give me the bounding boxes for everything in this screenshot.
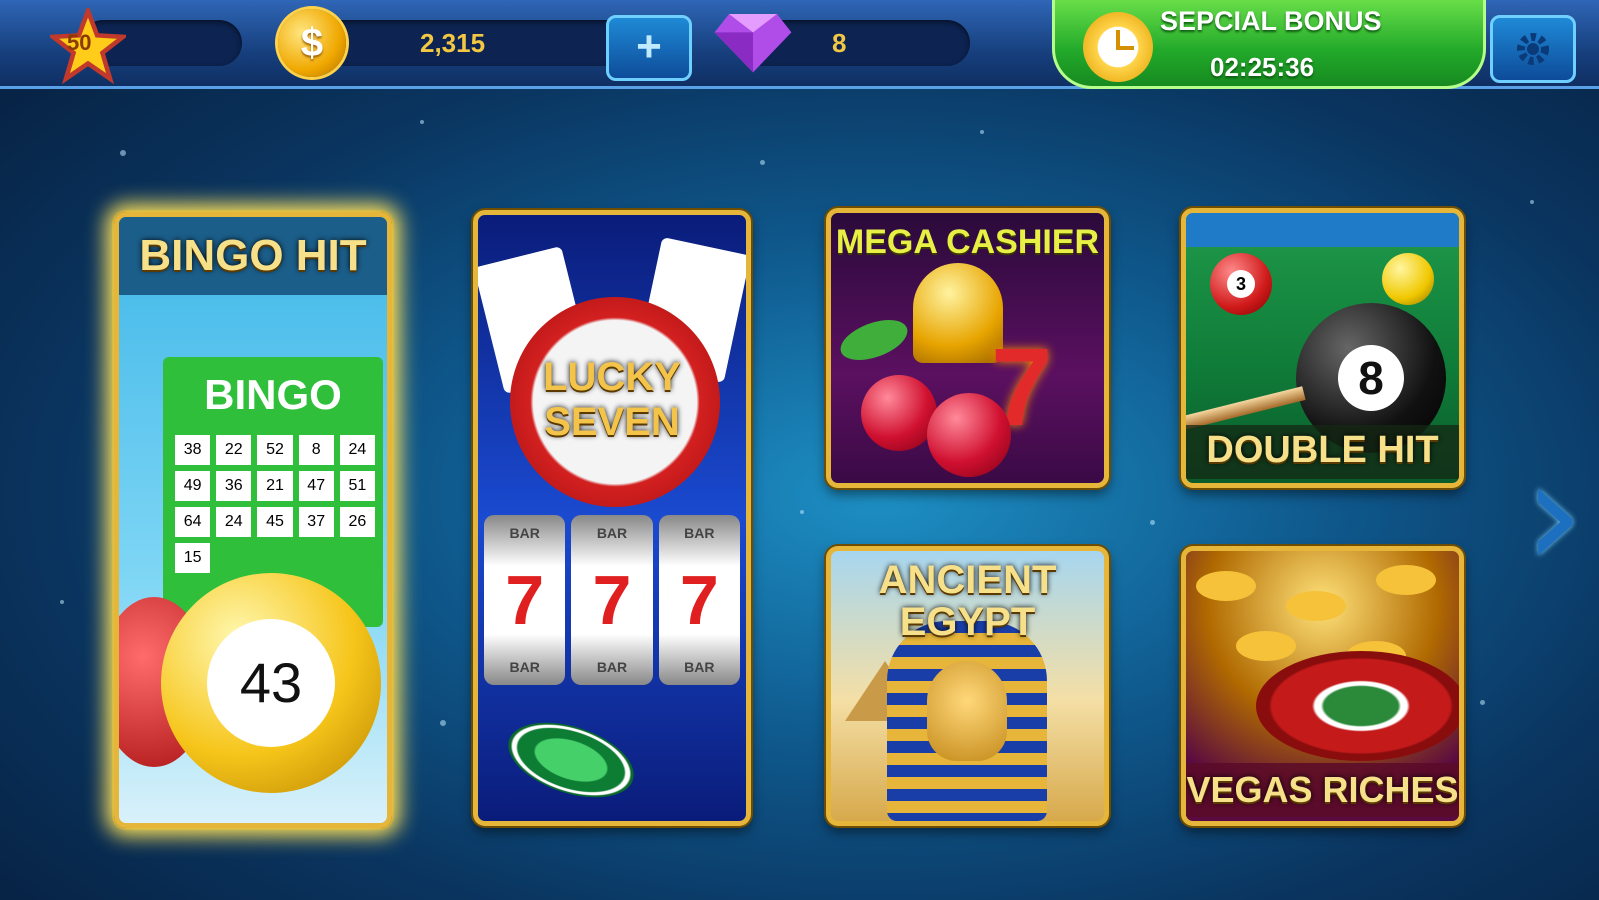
yellow-bingo-ball: 43 — [161, 573, 381, 793]
cherry-icon — [927, 393, 1011, 477]
top-bar: 50 $ 2,315 + 8 SEPCIAL BONUS 02:25:36 — [0, 0, 1599, 89]
game-card-bingo-hit[interactable]: BINGO HIT BINGO 38 22 52 8 24 49 36 21 4… — [114, 212, 392, 828]
game-title: LUCKY SEVEN — [543, 355, 681, 444]
game-title: DOUBLE HIT — [1206, 429, 1439, 471]
game-title: ANCIENT EGYPT — [878, 558, 1057, 644]
diamond-icon — [714, 14, 792, 73]
leaf-icon — [835, 312, 913, 368]
casino-chip — [498, 708, 644, 812]
chevron-right-icon[interactable]: › — [1524, 440, 1584, 600]
game-title: BINGO HIT — [139, 231, 367, 280]
pool-ball-3: 3 — [1210, 253, 1272, 315]
bonus-timer: 02:25:36 — [1210, 52, 1315, 82]
game-card-double-hit[interactable]: 3 8 DOUBLE HIT — [1181, 208, 1464, 488]
bingo-grid: 38 22 52 8 24 49 36 21 47 51 64 24 45 37… — [175, 435, 375, 573]
pool-ball-yellow — [1382, 253, 1434, 305]
gear-icon — [1517, 33, 1549, 65]
pharaoh-face — [927, 661, 1007, 761]
gold-coins — [1196, 571, 1256, 601]
game-title: MEGA CASHIER — [835, 223, 1100, 261]
game-card-ancient-egypt[interactable]: ANCIENT EGYPT — [826, 546, 1109, 826]
roulette-wheel — [1256, 651, 1459, 761]
coin-balance: 2,315 — [420, 28, 486, 58]
game-card-mega-cashier[interactable]: MEGA CASHIER 7 — [826, 208, 1109, 488]
slot-reels: BAR 7 BAR BAR 7 BAR BAR 7 BAR — [484, 515, 740, 685]
game-card-vegas-riches[interactable]: VEGAS RICHES — [1181, 546, 1464, 826]
game-title: VEGAS RICHES — [1186, 769, 1459, 810]
buy-coins-button[interactable]: + — [606, 15, 692, 81]
ball-number: 43 — [207, 619, 335, 747]
game-card-lucky-seven[interactable]: LUCKY SEVEN BAR 7 BAR BAR 7 BAR BAR 7 BA… — [473, 210, 751, 826]
dollar-coin-icon: $ — [278, 9, 346, 77]
level-number: 50 — [67, 30, 92, 55]
cherry-icon — [861, 375, 937, 451]
clock-icon — [1083, 12, 1153, 82]
gem-balance: 8 — [832, 28, 847, 58]
bonus-title: SEPCIAL BONUS — [1160, 6, 1382, 36]
settings-button[interactable] — [1490, 15, 1576, 83]
bell-icon — [913, 263, 1003, 363]
